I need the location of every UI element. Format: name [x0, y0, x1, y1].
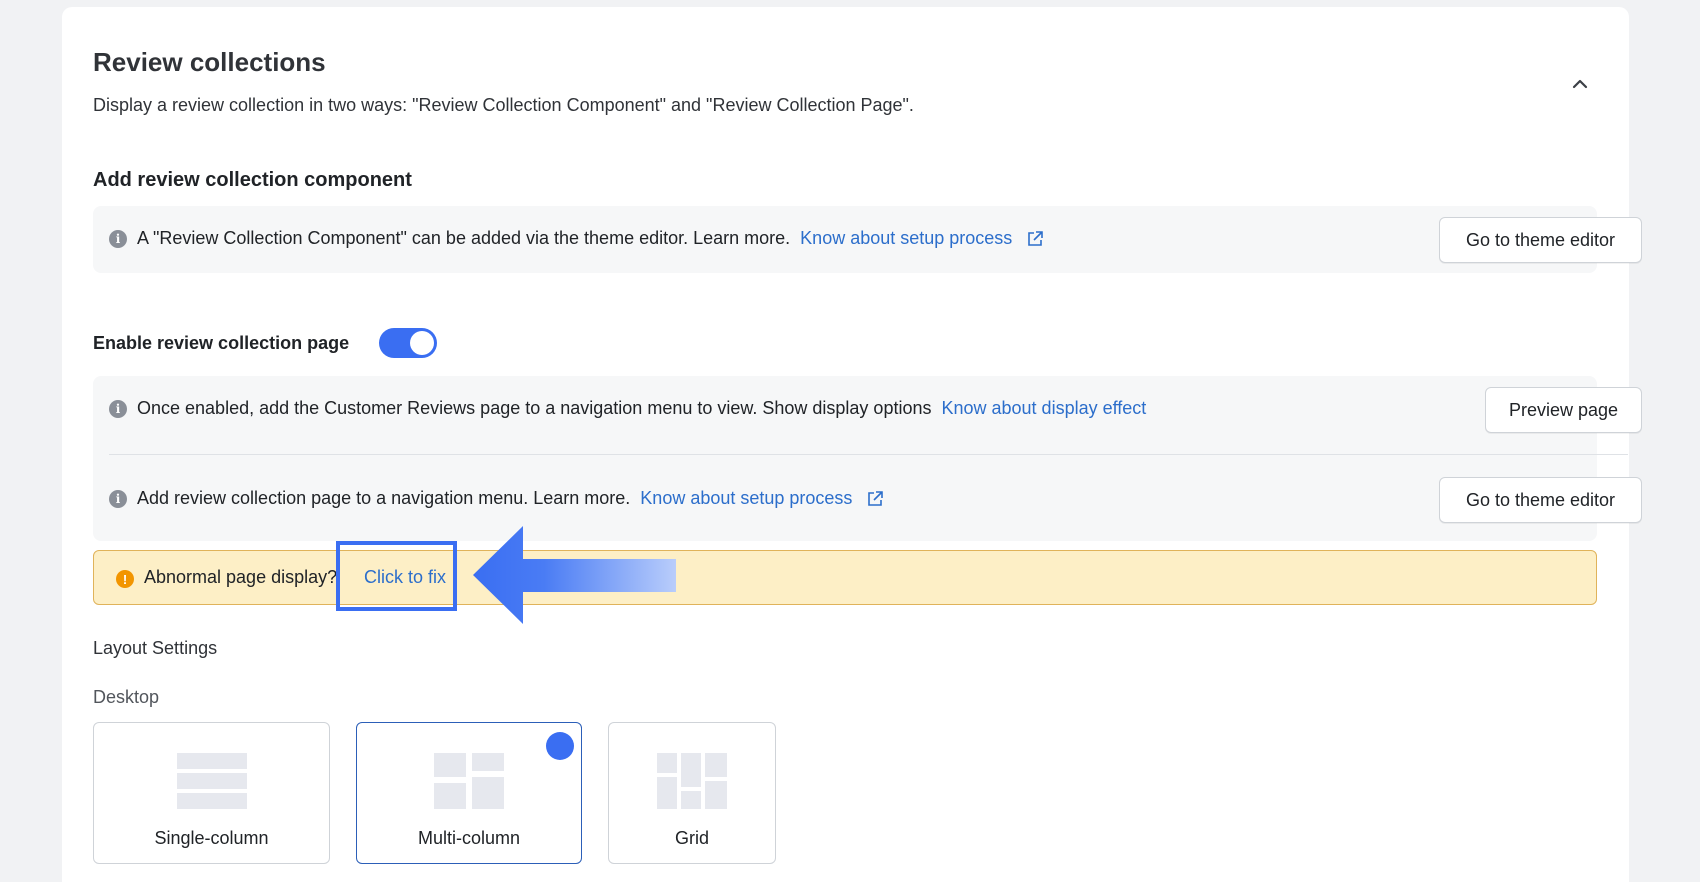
- checkmark-icon: [546, 732, 574, 775]
- single-column-icon: [176, 753, 247, 809]
- abnormal-display-warning: ! Abnormal page display? Click to fix: [93, 550, 1597, 605]
- preview-page-button[interactable]: Preview page: [1485, 387, 1642, 433]
- go-to-theme-editor-button[interactable]: Go to theme editor: [1439, 217, 1642, 263]
- layout-option-multi-column[interactable]: Multi-column: [356, 722, 582, 864]
- page-nav-text: Add review collection page to a navigati…: [137, 488, 631, 508]
- page-info-text: Once enabled, add the Customer Reviews p…: [137, 398, 932, 418]
- warning-icon: !: [116, 570, 134, 588]
- info-icon: i: [109, 489, 127, 508]
- click-to-fix-link[interactable]: Click to fix: [364, 567, 446, 588]
- info-icon: i: [109, 229, 127, 248]
- component-heading: Add review collection component: [93, 169, 412, 191]
- option-label: Single-column: [154, 828, 269, 848]
- section-description: Display a review collection in two ways:…: [93, 95, 914, 115]
- display-effect-link[interactable]: Know about display effect: [941, 398, 1146, 419]
- page-info-box: i Once enabled, add the Customer Reviews…: [93, 376, 1642, 541]
- go-to-theme-editor-button[interactable]: Go to theme editor: [1439, 477, 1642, 523]
- component-info-text: A "Review Collection Component" can be a…: [137, 228, 791, 248]
- external-link-icon[interactable]: [1026, 230, 1044, 248]
- layout-option-single-column[interactable]: Single-column: [93, 722, 330, 864]
- info-icon: i: [109, 399, 127, 418]
- enable-page-label: Enable review collection page: [93, 333, 350, 353]
- warning-text: Abnormal page display?: [144, 567, 338, 587]
- multi-column-icon: [434, 753, 504, 809]
- section-title: Review collections: [93, 47, 326, 77]
- page-info-row-setup: i Add review collection page to a naviga…: [109, 488, 884, 509]
- external-link-icon[interactable]: [866, 490, 884, 508]
- grid-icon: [657, 753, 727, 809]
- enable-page-toggle[interactable]: [379, 328, 437, 358]
- setup-process-link[interactable]: Know about setup process: [640, 488, 852, 509]
- component-info-box: i A "Review Collection Component" can be…: [93, 206, 1642, 273]
- layout-option-grid[interactable]: Grid: [608, 722, 776, 864]
- desktop-label: Desktop: [93, 687, 160, 707]
- chevron-up-icon: [1572, 79, 1588, 89]
- toggle-knob: [410, 331, 434, 355]
- option-label: Multi-column: [417, 828, 521, 848]
- option-label: Grid: [674, 828, 709, 848]
- page-info-row-display: i Once enabled, add the Customer Reviews…: [109, 398, 1146, 419]
- layout-settings-heading: Layout Settings: [93, 638, 218, 658]
- collapse-button[interactable]: [1565, 69, 1595, 99]
- setup-process-link[interactable]: Know about setup process: [800, 228, 1012, 249]
- divider: [109, 454, 1628, 455]
- review-collections-card: Review collections Display a review coll…: [62, 7, 1642, 882]
- component-info-row: i A "Review Collection Component" can be…: [109, 228, 1044, 249]
